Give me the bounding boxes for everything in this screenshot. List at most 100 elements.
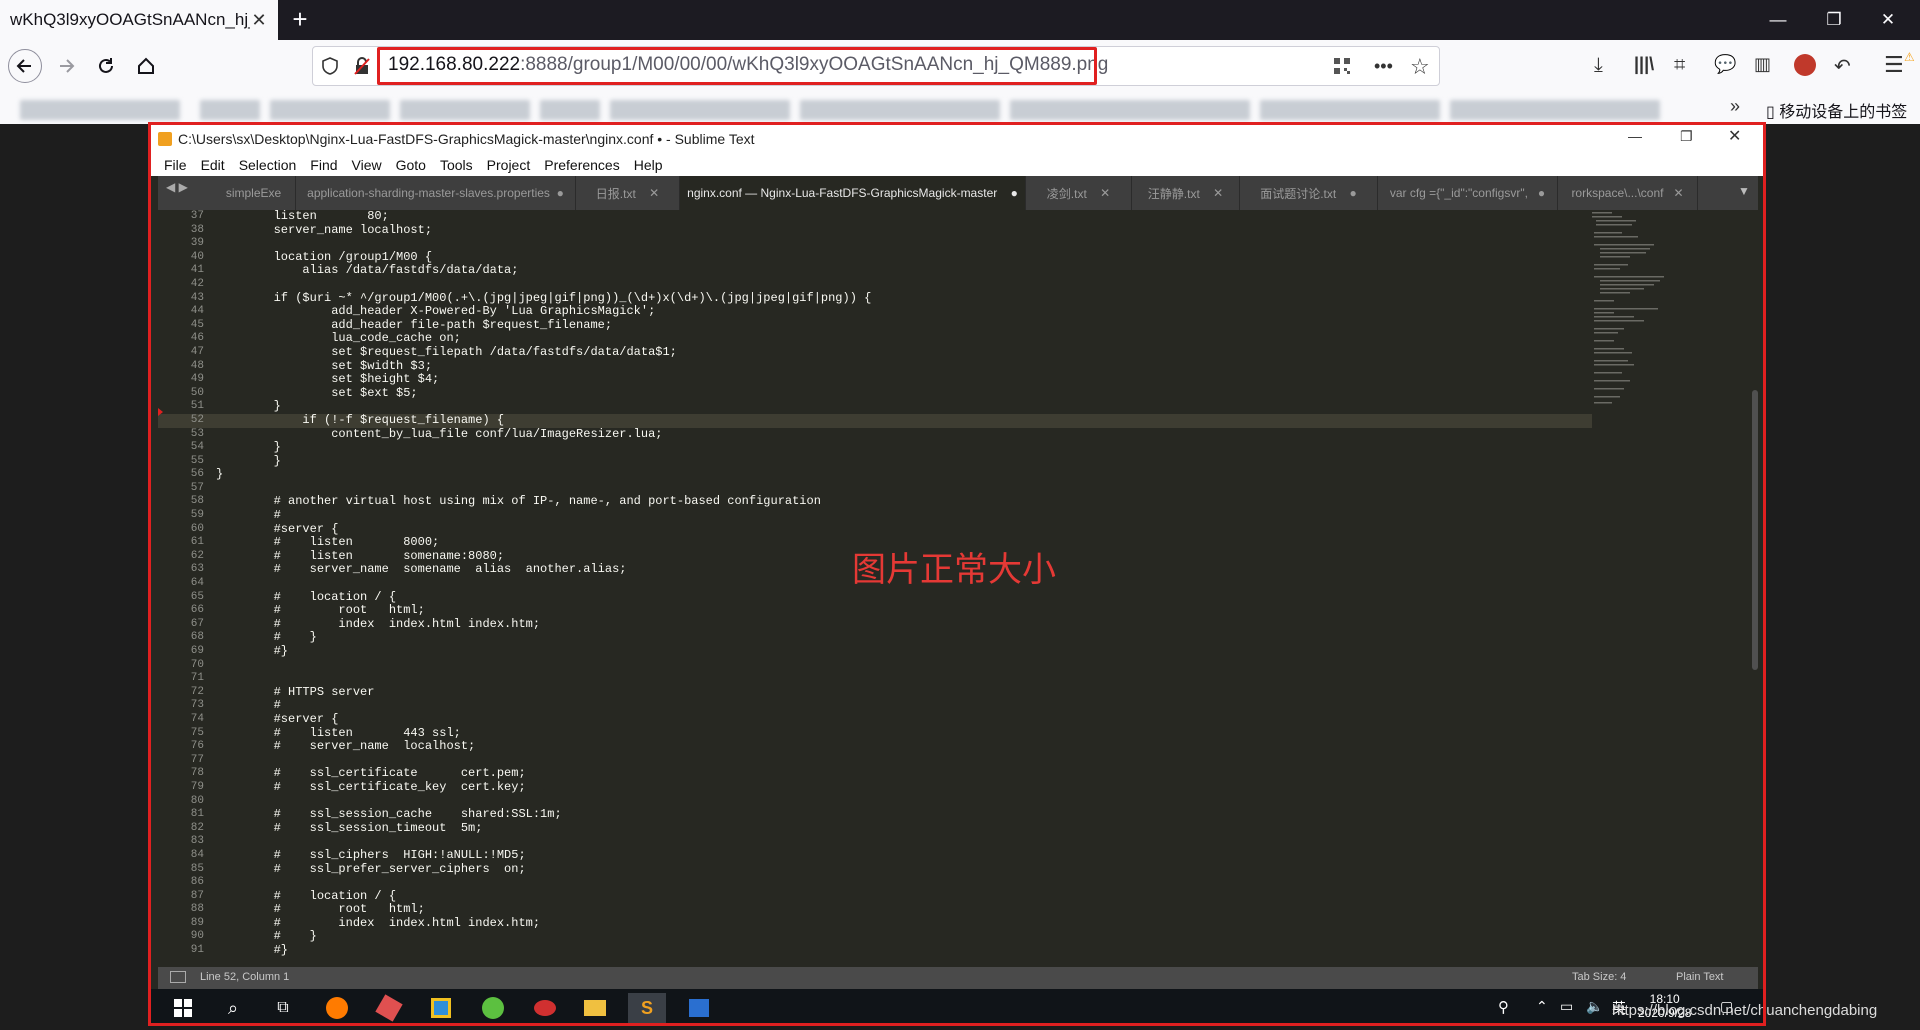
- sublime-tab[interactable]: application-sharding-master-slaves.prope…: [296, 176, 576, 210]
- chevron-right-icon[interactable]: »: [1730, 96, 1740, 117]
- code-line[interactable]: }: [212, 440, 1592, 455]
- minimap[interactable]: [1586, 210, 1756, 410]
- menu-tools[interactable]: Tools: [440, 157, 473, 173]
- bookmark-blurred[interactable]: [800, 100, 1000, 120]
- search-icon[interactable]: ⌕: [218, 993, 248, 1023]
- mobile-bookmarks[interactable]: ▯ 移动设备上的书签: [1766, 98, 1907, 122]
- code-line[interactable]: #}: [212, 644, 1592, 659]
- firefox-icon[interactable]: [322, 993, 352, 1023]
- screenshot-icon[interactable]: ⌗: [1674, 54, 1685, 77]
- code-line[interactable]: # }: [212, 631, 1592, 645]
- chat-icon[interactable]: 💬: [1714, 54, 1736, 75]
- download-icon[interactable]: ⤓: [1594, 54, 1603, 77]
- bookmark-star-icon[interactable]: ☆: [1410, 54, 1430, 80]
- app-red-icon[interactable]: [374, 993, 404, 1023]
- code-line[interactable]: add_header X-Powered-By 'Lua GraphicsMag…: [212, 305, 1592, 319]
- code-line[interactable]: if (!-f $request_filename) {: [212, 413, 1592, 428]
- menu-find[interactable]: Find: [310, 157, 337, 173]
- code-line[interactable]: # ssl_certificate cert.pem;: [212, 767, 1592, 781]
- bookmark-blurred[interactable]: [540, 100, 600, 120]
- status-tab-size[interactable]: Tab Size: 4: [1572, 971, 1626, 983]
- panel-toggle-icon[interactable]: [170, 971, 186, 983]
- people-icon[interactable]: ⚲: [1498, 998, 1509, 1016]
- sublime-taskbar-icon[interactable]: S: [628, 993, 666, 1023]
- code-line[interactable]: }: [212, 468, 1592, 482]
- code-line[interactable]: # HTTPS server: [212, 685, 1592, 700]
- code-line[interactable]: #: [212, 508, 1592, 523]
- sublime-minimize-icon[interactable]: —: [1628, 128, 1642, 144]
- code-line[interactable]: # root html;: [212, 903, 1592, 917]
- qr-code-icon[interactable]: [1332, 56, 1352, 76]
- bookmark-blurred[interactable]: [610, 100, 790, 120]
- code-line[interactable]: #server {: [212, 712, 1592, 727]
- network-icon[interactable]: ▭: [1560, 998, 1573, 1015]
- menu-view[interactable]: View: [352, 157, 382, 173]
- sublime-tab[interactable]: 日报.txt ✕: [576, 176, 680, 210]
- sublime-tab[interactable]: 汪静静.txt ✕: [1132, 176, 1240, 210]
- code-line[interactable]: #server {: [212, 522, 1592, 537]
- app-green-icon[interactable]: [478, 993, 508, 1023]
- bookmark-blurred[interactable]: [1450, 100, 1660, 120]
- code-line[interactable]: [212, 876, 1592, 890]
- code-line[interactable]: [212, 482, 1592, 496]
- code-line[interactable]: # ssl_certificate_key cert.key;: [212, 780, 1592, 795]
- bookmark-blurred[interactable]: [400, 100, 530, 120]
- tab-close-icon[interactable]: ✕: [250, 10, 268, 31]
- reload-icon[interactable]: [90, 50, 122, 82]
- code-line[interactable]: [212, 754, 1592, 768]
- app-box-icon[interactable]: [426, 993, 456, 1023]
- menu-selection[interactable]: Selection: [239, 157, 297, 173]
- code-line[interactable]: [212, 237, 1592, 251]
- code-line[interactable]: }: [212, 400, 1592, 414]
- sublime-restore-icon[interactable]: ❐: [1680, 128, 1693, 145]
- forward-icon[interactable]: [50, 50, 82, 82]
- code-line[interactable]: }: [212, 454, 1592, 469]
- code-line[interactable]: set $width $3;: [212, 359, 1592, 374]
- code-line[interactable]: set $height $4;: [212, 373, 1592, 387]
- app-network-icon[interactable]: [684, 993, 714, 1023]
- sidebar-icon[interactable]: ▥: [1754, 54, 1771, 75]
- menu-icon[interactable]: ☰: [1884, 52, 1904, 78]
- code-line[interactable]: # ssl_prefer_server_ciphers on;: [212, 862, 1592, 877]
- sublime-tab[interactable]: 凌剑.txt ✕: [1026, 176, 1132, 210]
- app-snail-icon[interactable]: [530, 993, 560, 1023]
- code-line[interactable]: # index index.html index.htm;: [212, 916, 1592, 931]
- code-line[interactable]: # index index.html index.htm;: [212, 617, 1592, 632]
- sublime-tab-active[interactable]: nginx.conf — Nginx-Lua-FastDFS-GraphicsM…: [680, 176, 1026, 210]
- menu-goto[interactable]: Goto: [396, 157, 426, 173]
- code-line[interactable]: # listen 443 ssl;: [212, 726, 1592, 741]
- sublime-tab[interactable]: var cfg ={"_id":"configsvr", ●: [1378, 176, 1558, 210]
- code-line[interactable]: #}: [212, 943, 1592, 958]
- code-line[interactable]: [212, 672, 1592, 686]
- close-window-icon[interactable]: ✕: [1868, 6, 1908, 34]
- undo-icon[interactable]: ↶: [1834, 54, 1851, 79]
- tab-list-dropdown-icon[interactable]: ▼: [1738, 184, 1750, 198]
- bookmark-blurred[interactable]: [20, 100, 180, 120]
- code-line[interactable]: [212, 835, 1592, 849]
- menu-help[interactable]: Help: [634, 157, 663, 173]
- menu-file[interactable]: File: [164, 157, 187, 173]
- code-line[interactable]: # server_name localhost;: [212, 740, 1592, 754]
- bookmark-blurred[interactable]: [200, 100, 260, 120]
- restore-window-icon[interactable]: ❐: [1814, 6, 1854, 34]
- more-actions-icon[interactable]: •••: [1374, 56, 1393, 77]
- avatar[interactable]: [1794, 54, 1816, 76]
- vertical-scrollbar[interactable]: [1752, 390, 1758, 670]
- sublime-tab[interactable]: rorkspace\...\conf ✕: [1558, 176, 1698, 210]
- code-line[interactable]: add_header file-path $request_filename;: [212, 318, 1592, 333]
- code-line[interactable]: # ssl_session_timeout 5m;: [212, 821, 1592, 836]
- bookmark-blurred[interactable]: [270, 100, 390, 120]
- code-line[interactable]: set $request_filepath /data/fastdfs/data…: [212, 345, 1592, 360]
- code-line[interactable]: # ssl_session_cache shared:SSL:1m;: [212, 808, 1592, 822]
- bookmark-blurred[interactable]: [1260, 100, 1440, 120]
- back-icon[interactable]: [8, 49, 42, 83]
- code-line[interactable]: alias /data/fastdfs/data/data;: [212, 264, 1592, 278]
- library-icon[interactable]: |||\: [1634, 54, 1654, 75]
- sublime-tab[interactable]: 面试题讨论.txt ●: [1240, 176, 1378, 210]
- code-line[interactable]: # ssl_ciphers HIGH:!aNULL:!MD5;: [212, 848, 1592, 863]
- home-icon[interactable]: [130, 50, 162, 82]
- browser-tab[interactable]: wKhQ3l9xyOOAGtSnAANcn_hj_QM889.png ✕: [0, 0, 278, 40]
- volume-icon[interactable]: 🔈: [1586, 998, 1603, 1015]
- insecure-lock-icon[interactable]: [352, 56, 372, 76]
- code-line[interactable]: # location / {: [212, 590, 1592, 605]
